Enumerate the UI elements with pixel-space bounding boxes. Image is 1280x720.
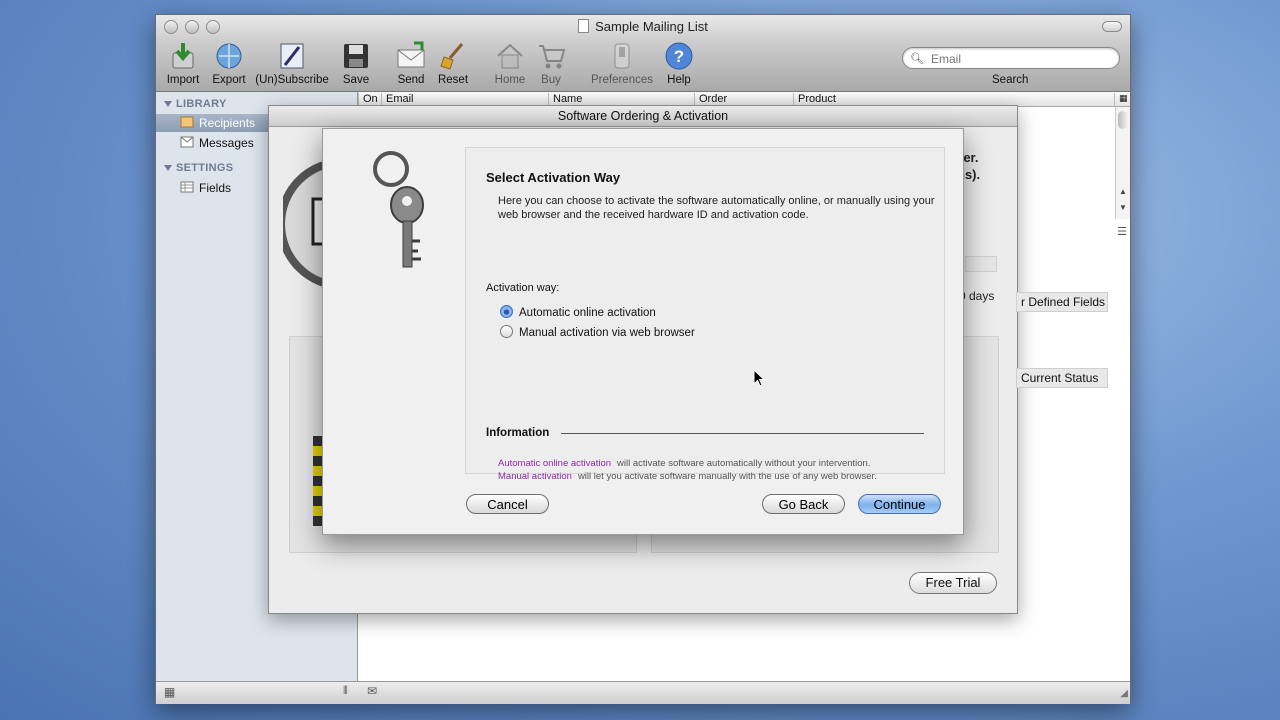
info-text: will let you activate software manually … (577, 471, 877, 482)
dialog-heading: Select Activation Way (486, 170, 621, 185)
bottom-bar: ▦ ⦀ ✉ ◢ (156, 681, 1130, 704)
unsubscribe-icon (277, 41, 307, 71)
recipients-icon (180, 116, 194, 128)
search-input[interactable] (929, 50, 1113, 67)
save-icon (341, 41, 371, 71)
window-title: Sample Mailing List (156, 19, 1130, 34)
broom-icon (438, 41, 468, 71)
save-label: Save (342, 74, 370, 86)
toolbar-toggle-button[interactable] (1102, 21, 1122, 32)
activation-content-panel: Select Activation Way Here you can choos… (465, 147, 945, 482)
svg-text:?: ? (674, 47, 684, 66)
scroll-down-icon[interactable]: ▼ (1119, 203, 1127, 212)
scroll-up-icon[interactable]: ▲ (1119, 187, 1127, 196)
help-icon: ? (664, 41, 694, 71)
title-bar: Sample Mailing List (156, 15, 1130, 39)
radio-selected-icon[interactable] (500, 305, 513, 318)
envelope-icon[interactable]: ✉ (367, 684, 377, 698)
disclosure-triangle-icon (164, 101, 172, 107)
save-button[interactable]: Save (336, 41, 376, 86)
current-status-button[interactable]: Current Status (1016, 368, 1108, 388)
mouse-cursor-icon (753, 368, 766, 390)
send-button[interactable]: Send (392, 41, 430, 86)
export-button[interactable]: Export (208, 41, 250, 86)
reset-label: Reset (437, 74, 469, 86)
cart-icon (536, 41, 566, 71)
search-label: Search (992, 74, 1029, 86)
import-button[interactable]: Import (162, 41, 204, 86)
preferences-label: Preferences (590, 74, 653, 86)
radio-unselected-icon[interactable] (500, 325, 513, 338)
library-header-text: LIBRARY (176, 98, 227, 110)
reset-button[interactable]: Reset (434, 41, 472, 86)
home-button[interactable]: Home (490, 41, 530, 86)
option-label: Manual activation via web browser (519, 327, 695, 339)
trial-days-text: 0 days (959, 289, 995, 303)
export-icon (214, 41, 244, 71)
sidebar-item-label: Fields (199, 181, 232, 195)
home-icon (495, 41, 525, 71)
help-button[interactable]: ? Help (660, 41, 698, 86)
sidebar-item-label: Recipients (199, 116, 256, 130)
keys-icon (367, 145, 457, 278)
info-automatic: Automatic online activation will activate… (498, 458, 870, 469)
envelope-icon (180, 136, 194, 148)
continue-button[interactable]: Continue (858, 494, 941, 514)
send-icon (396, 41, 426, 71)
list-scrollbar[interactable]: ▲ ▼ (1115, 107, 1130, 219)
table-icon (180, 181, 194, 193)
go-back-button[interactable]: Go Back (762, 494, 845, 514)
activation-way-label: Activation way: (486, 282, 560, 294)
split-handle-icon[interactable]: ⦀ (343, 685, 348, 698)
export-label: Export (212, 74, 246, 86)
settings-header-text: SETTINGS (176, 162, 234, 174)
window-title-text: Sample Mailing List (595, 19, 708, 34)
search-icon: 🔍︎ (910, 53, 924, 65)
toolbar: Import Export (Un)Subscribe Save Send Re… (156, 39, 1130, 92)
import-label: Import (166, 74, 200, 86)
preferences-button[interactable]: Preferences (588, 41, 656, 86)
dialog-description: Here you can choose to activate the soft… (498, 195, 935, 221)
buy-label: Buy (541, 74, 561, 86)
info-term: Automatic online activation (498, 458, 612, 469)
activation-dialog: Select Activation Way Here you can choos… (322, 128, 964, 535)
stepper-control[interactable] (965, 256, 997, 272)
grid-view-icon[interactable]: ▦ (164, 685, 175, 699)
unsubscribe-label: (Un)Subscribe (255, 74, 329, 86)
buy-button[interactable]: Buy (532, 41, 570, 86)
option-label: Automatic online activation (519, 307, 656, 319)
information-divider (561, 433, 924, 434)
cancel-button[interactable]: Cancel (466, 494, 549, 514)
free-trial-button[interactable]: Free Trial (909, 572, 997, 594)
info-manual: Manual activation will let you activate s… (498, 471, 877, 482)
information-heading: Information (486, 427, 550, 439)
settings-header[interactable]: SETTINGS (164, 162, 233, 174)
automatic-activation-option[interactable]: Automatic online activation (500, 305, 656, 319)
column-chooser-icon[interactable]: ▦ (1114, 93, 1131, 106)
detail-list-icon[interactable]: ☰ (1117, 225, 1127, 238)
disclosure-triangle-icon (164, 165, 172, 171)
defined-fields-button[interactable]: r Defined Fields (1016, 292, 1108, 312)
library-header[interactable]: LIBRARY (164, 98, 227, 110)
manual-activation-option[interactable]: Manual activation via web browser (500, 325, 695, 339)
document-icon (578, 19, 590, 33)
search-field[interactable]: 🔍︎ (902, 47, 1120, 69)
info-term: Manual activation (498, 471, 572, 482)
home-label: Home (494, 74, 526, 86)
unsubscribe-button[interactable]: (Un)Subscribe (254, 41, 330, 86)
info-text: will activate software automatically wit… (617, 458, 871, 469)
scroll-thumb[interactable] (1118, 111, 1127, 129)
resize-grip-icon[interactable]: ◢ (1120, 688, 1128, 699)
help-label: Help (667, 74, 691, 86)
sidebar-item-label: Messages (199, 136, 254, 150)
ordering-window-title: Software Ordering & Activation (269, 106, 1017, 127)
switch-icon (607, 41, 637, 71)
import-icon (168, 41, 198, 71)
send-label: Send (397, 74, 425, 86)
